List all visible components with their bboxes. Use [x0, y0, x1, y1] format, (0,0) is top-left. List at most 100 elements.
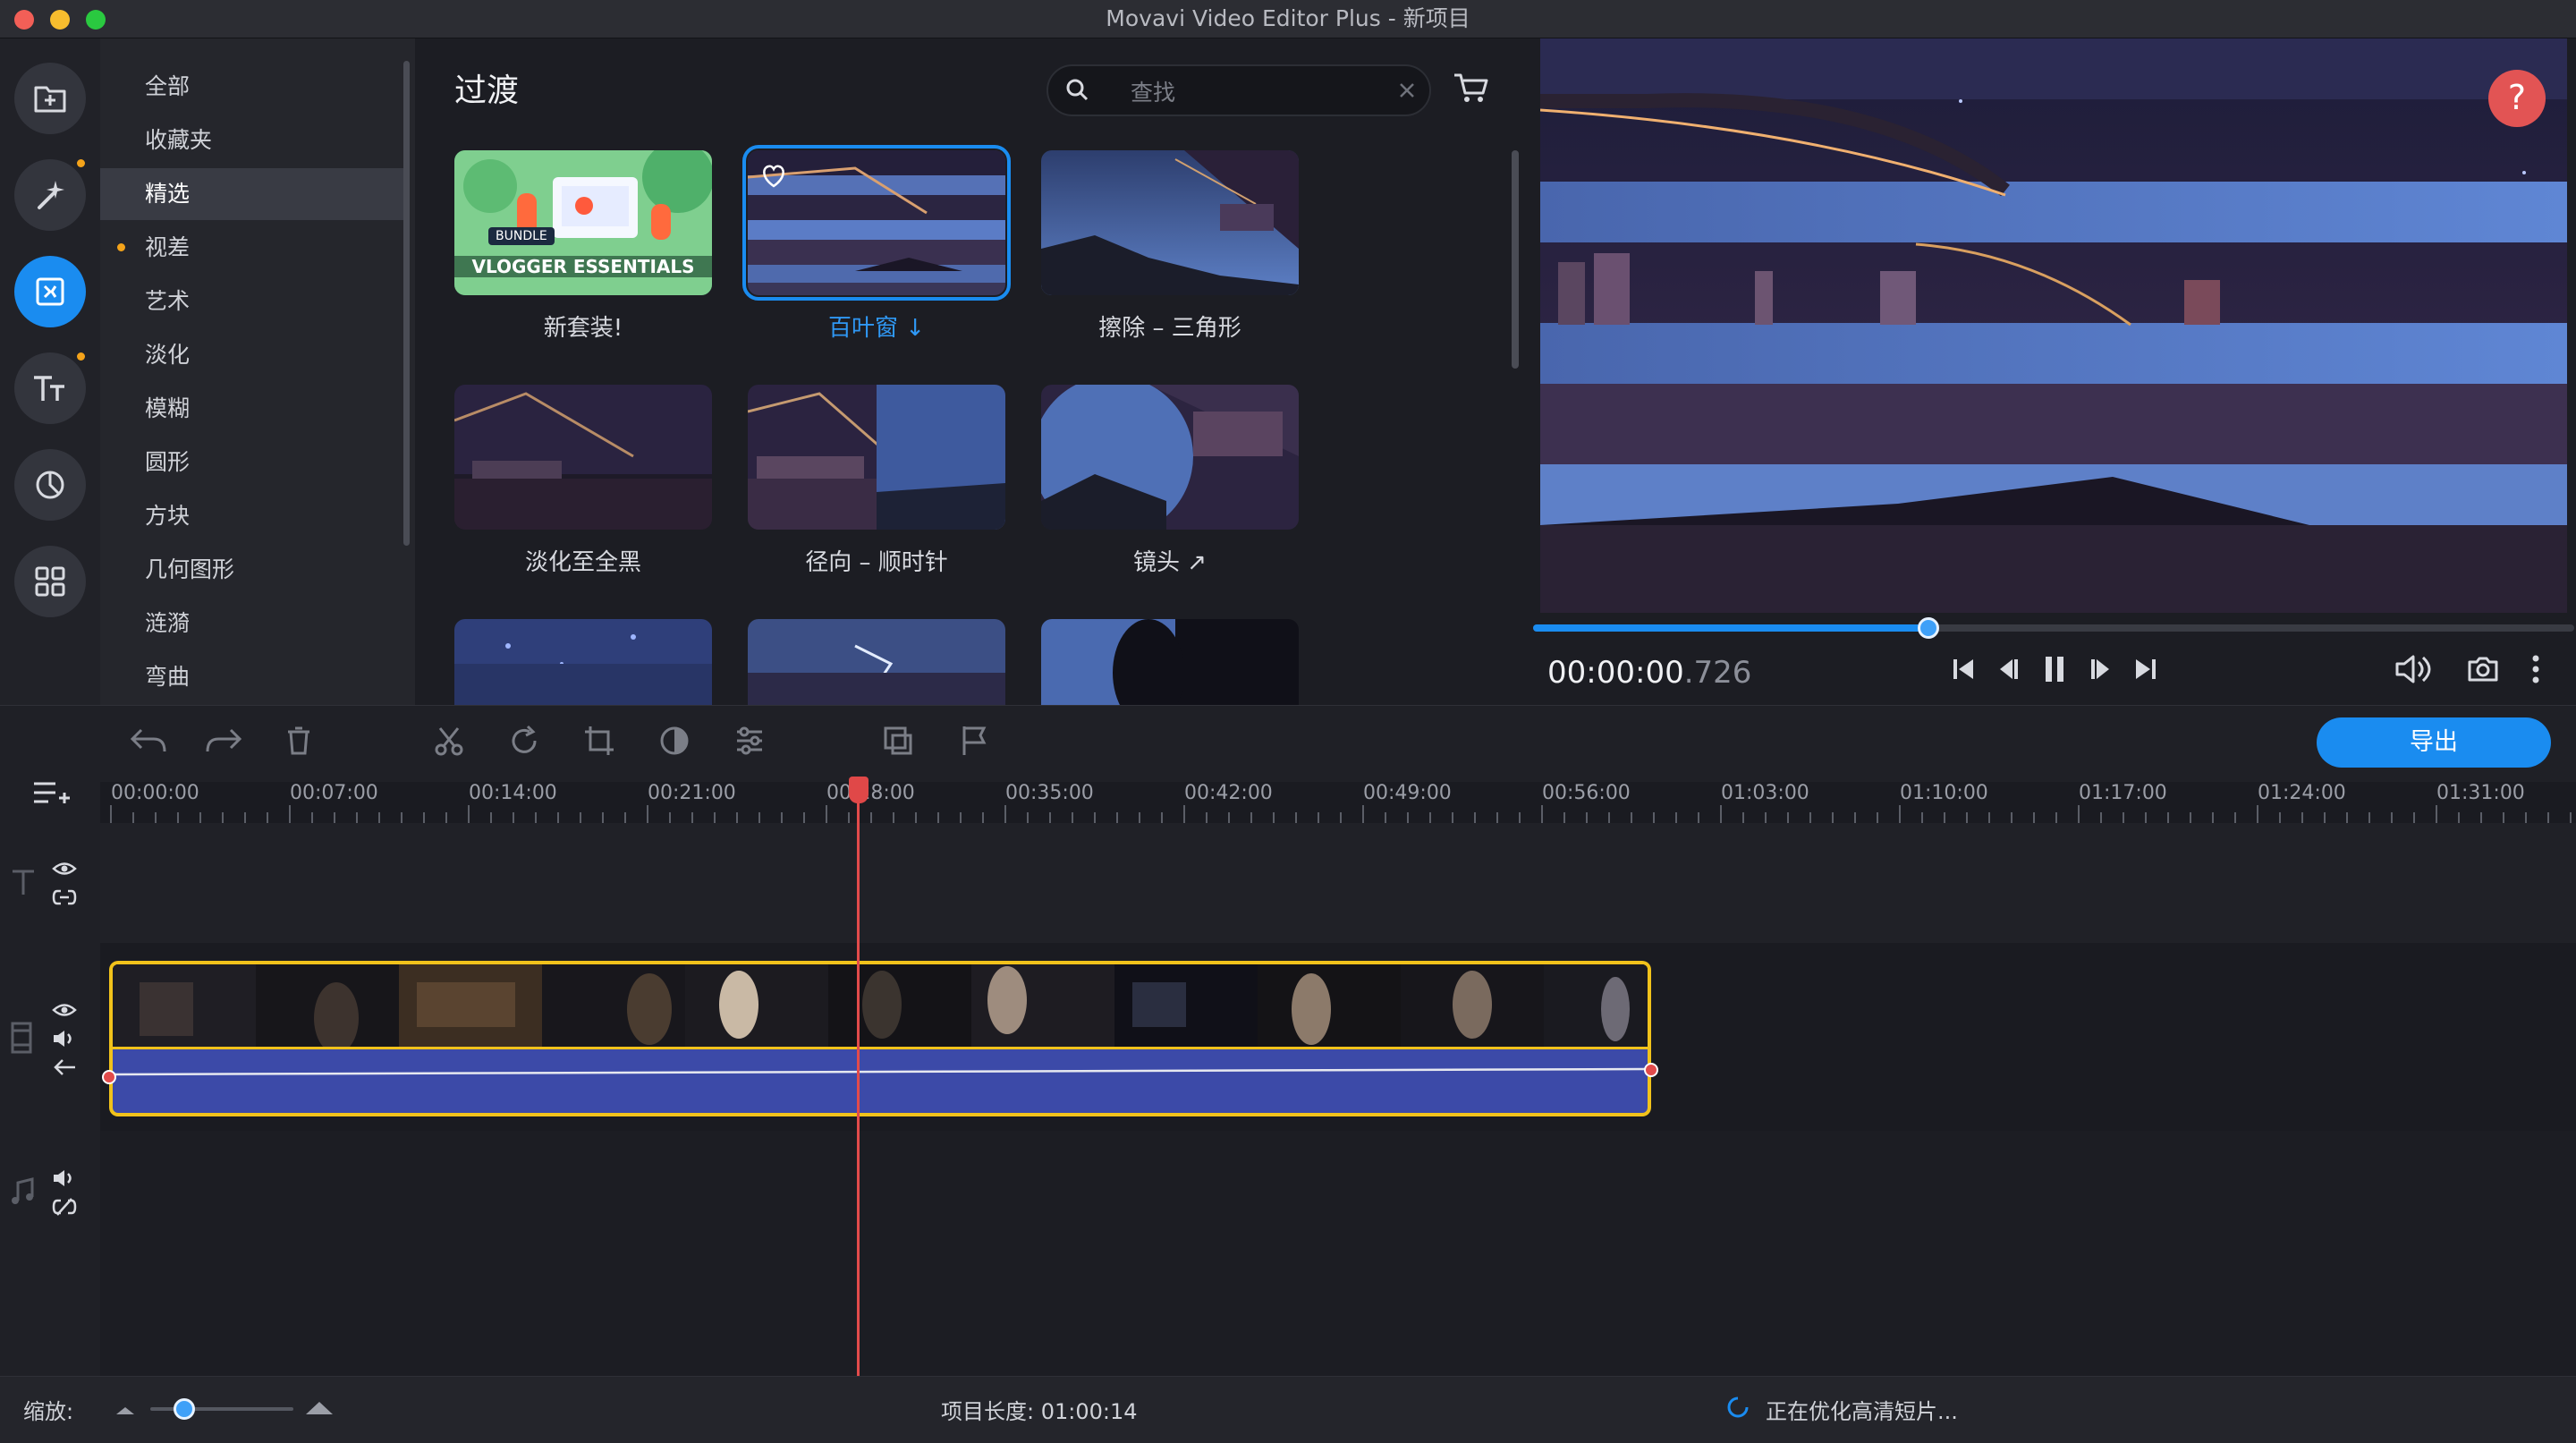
- import-button[interactable]: [14, 63, 86, 134]
- skip-end-icon[interactable]: [2132, 656, 2159, 683]
- effect-thumb-fade-black[interactable]: [454, 385, 712, 530]
- category-item[interactable]: 圆形: [100, 437, 404, 488]
- music-track[interactable]: [100, 1131, 2576, 1376]
- category-item[interactable]: 艺术: [100, 276, 404, 327]
- eye-icon[interactable]: [52, 1002, 77, 1018]
- wipe-triangle-artwork: [1041, 150, 1299, 295]
- effects-scrollbar[interactable]: [1512, 150, 1519, 369]
- eye-icon[interactable]: [52, 861, 77, 877]
- cart-icon[interactable]: [1453, 72, 1488, 104]
- preview-frame: [1540, 38, 2567, 613]
- category-item-selected[interactable]: 精选: [100, 168, 404, 220]
- effect-thumb-bundle[interactable]: BUNDLE VLOGGER ESSENTIALS: [454, 150, 712, 295]
- effect-thumb[interactable]: [1041, 619, 1299, 705]
- skip-start-icon[interactable]: [1950, 656, 1977, 683]
- add-track-icon[interactable]: [32, 778, 72, 811]
- snapshot-icon[interactable]: [2467, 655, 2499, 683]
- category-item[interactable]: 方块: [100, 490, 404, 542]
- category-item[interactable]: 涟漪: [100, 598, 404, 649]
- title-track[interactable]: [100, 823, 2576, 943]
- playhead-line[interactable]: [857, 782, 860, 1376]
- magic-wand-icon: [38, 181, 64, 209]
- link-icon[interactable]: [52, 887, 77, 907]
- category-scrollbar[interactable]: [403, 61, 410, 546]
- timeline-ruler[interactable]: 00:00:00 00:07:00 00:14:00 00:21:00 00:2…: [100, 782, 2576, 823]
- ruler-tick-label: 00:42:00: [1184, 782, 1273, 804]
- category-item[interactable]: 弯曲: [100, 651, 404, 703]
- bundle-badge: BUNDLE: [488, 227, 555, 245]
- export-button[interactable]: 导出: [2317, 717, 2551, 768]
- marker-flag-icon[interactable]: [961, 725, 987, 757]
- redo-icon[interactable]: [204, 725, 243, 757]
- category-item[interactable]: 收藏夹: [100, 115, 404, 166]
- volume-line: [113, 1067, 1648, 1076]
- more-tools-button[interactable]: [14, 546, 86, 617]
- effect-thumb-wipe-triangle[interactable]: [1041, 150, 1299, 295]
- search-box[interactable]: [1046, 64, 1431, 116]
- warp-artwork: [1041, 619, 1299, 705]
- help-button[interactable]: ?: [2488, 70, 2546, 127]
- effect-thumb-radial-clockwise[interactable]: [748, 385, 1005, 530]
- effects-button[interactable]: [14, 159, 86, 231]
- clear-search-icon[interactable]: [1397, 81, 1417, 100]
- pause-icon[interactable]: [2041, 654, 2068, 684]
- radial-artwork: [748, 385, 1005, 530]
- effect-label: 镜头 ↗: [1132, 549, 1208, 576]
- cut-icon[interactable]: [433, 725, 465, 757]
- lens-artwork: [1041, 385, 1299, 530]
- zoom-out-icon[interactable]: [114, 1402, 136, 1416]
- fade-in-handle[interactable]: [102, 1070, 116, 1084]
- rotate-icon[interactable]: [508, 725, 540, 757]
- effect-thumb[interactable]: [748, 619, 1005, 705]
- track-volume-icon[interactable]: [52, 1029, 77, 1048]
- ruler-tick-label: 00:49:00: [1363, 782, 1452, 804]
- import-icon: [34, 86, 66, 113]
- search-input[interactable]: [1129, 75, 1356, 109]
- fade-out-handle[interactable]: [1644, 1063, 1658, 1077]
- particles-artwork: [454, 619, 712, 705]
- playhead-handle[interactable]: [849, 777, 869, 803]
- titles-badge: [77, 352, 85, 361]
- ruler-tick-label: 01:03:00: [1721, 782, 1809, 804]
- titles-button[interactable]: [14, 352, 86, 424]
- category-item[interactable]: 模糊: [100, 383, 404, 435]
- transitions-button[interactable]: [14, 256, 86, 327]
- category-item[interactable]: 全部: [100, 61, 404, 113]
- title-track-icon: [13, 870, 34, 895]
- unlink-icon[interactable]: [52, 1197, 77, 1217]
- ruler-tick-label: 00:14:00: [469, 782, 557, 804]
- stabilize-icon[interactable]: [882, 725, 914, 757]
- ruler-tick-label: 00:35:00: [1005, 782, 1094, 804]
- category-item[interactable]: 视差: [100, 222, 404, 274]
- color-adjust-icon[interactable]: [658, 725, 691, 757]
- prev-frame-icon[interactable]: [1995, 656, 2021, 683]
- effect-label: 擦除 – 三角形: [1098, 315, 1241, 342]
- audio-waveform-clip[interactable]: [109, 1047, 1651, 1116]
- clip-properties-icon[interactable]: [733, 725, 766, 757]
- crop-icon[interactable]: [583, 725, 615, 757]
- effect-thumb-lens[interactable]: [1041, 385, 1299, 530]
- more-options-icon[interactable]: [2529, 653, 2542, 685]
- effect-label: 淡化至全黑: [524, 549, 641, 576]
- category-item[interactable]: 几何图形: [100, 544, 404, 596]
- undo-icon[interactable]: [129, 725, 168, 757]
- effect-thumb[interactable]: [454, 619, 712, 705]
- zoom-in-icon[interactable]: [304, 1398, 335, 1416]
- favorite-heart-icon[interactable]: [760, 163, 787, 188]
- category-list: 全部 收藏夹 精选 视差 艺术 淡化 模糊 圆形 方块 几何图形 涟漪 弯曲: [100, 38, 415, 705]
- window-title: Movavi Video Editor Plus - 新项目: [1106, 5, 1470, 31]
- zoom-knob[interactable]: [174, 1398, 195, 1420]
- next-frame-icon[interactable]: [2088, 656, 2114, 683]
- preview-video[interactable]: [1540, 38, 2567, 613]
- volume-icon[interactable]: [2394, 653, 2433, 685]
- arrow-left-icon[interactable]: [52, 1057, 77, 1077]
- stickers-button[interactable]: [14, 449, 86, 521]
- effect-thumb-blinds[interactable]: [742, 145, 1011, 301]
- timeline-toolbar: [0, 705, 2576, 783]
- video-clip[interactable]: [109, 961, 1651, 1050]
- zoom-slider[interactable]: [150, 1407, 293, 1411]
- timecode-main: 00:00:00: [1547, 655, 1684, 691]
- category-item[interactable]: 淡化: [100, 329, 404, 381]
- track-volume-icon[interactable]: [52, 1168, 77, 1188]
- delete-icon[interactable]: [284, 725, 313, 757]
